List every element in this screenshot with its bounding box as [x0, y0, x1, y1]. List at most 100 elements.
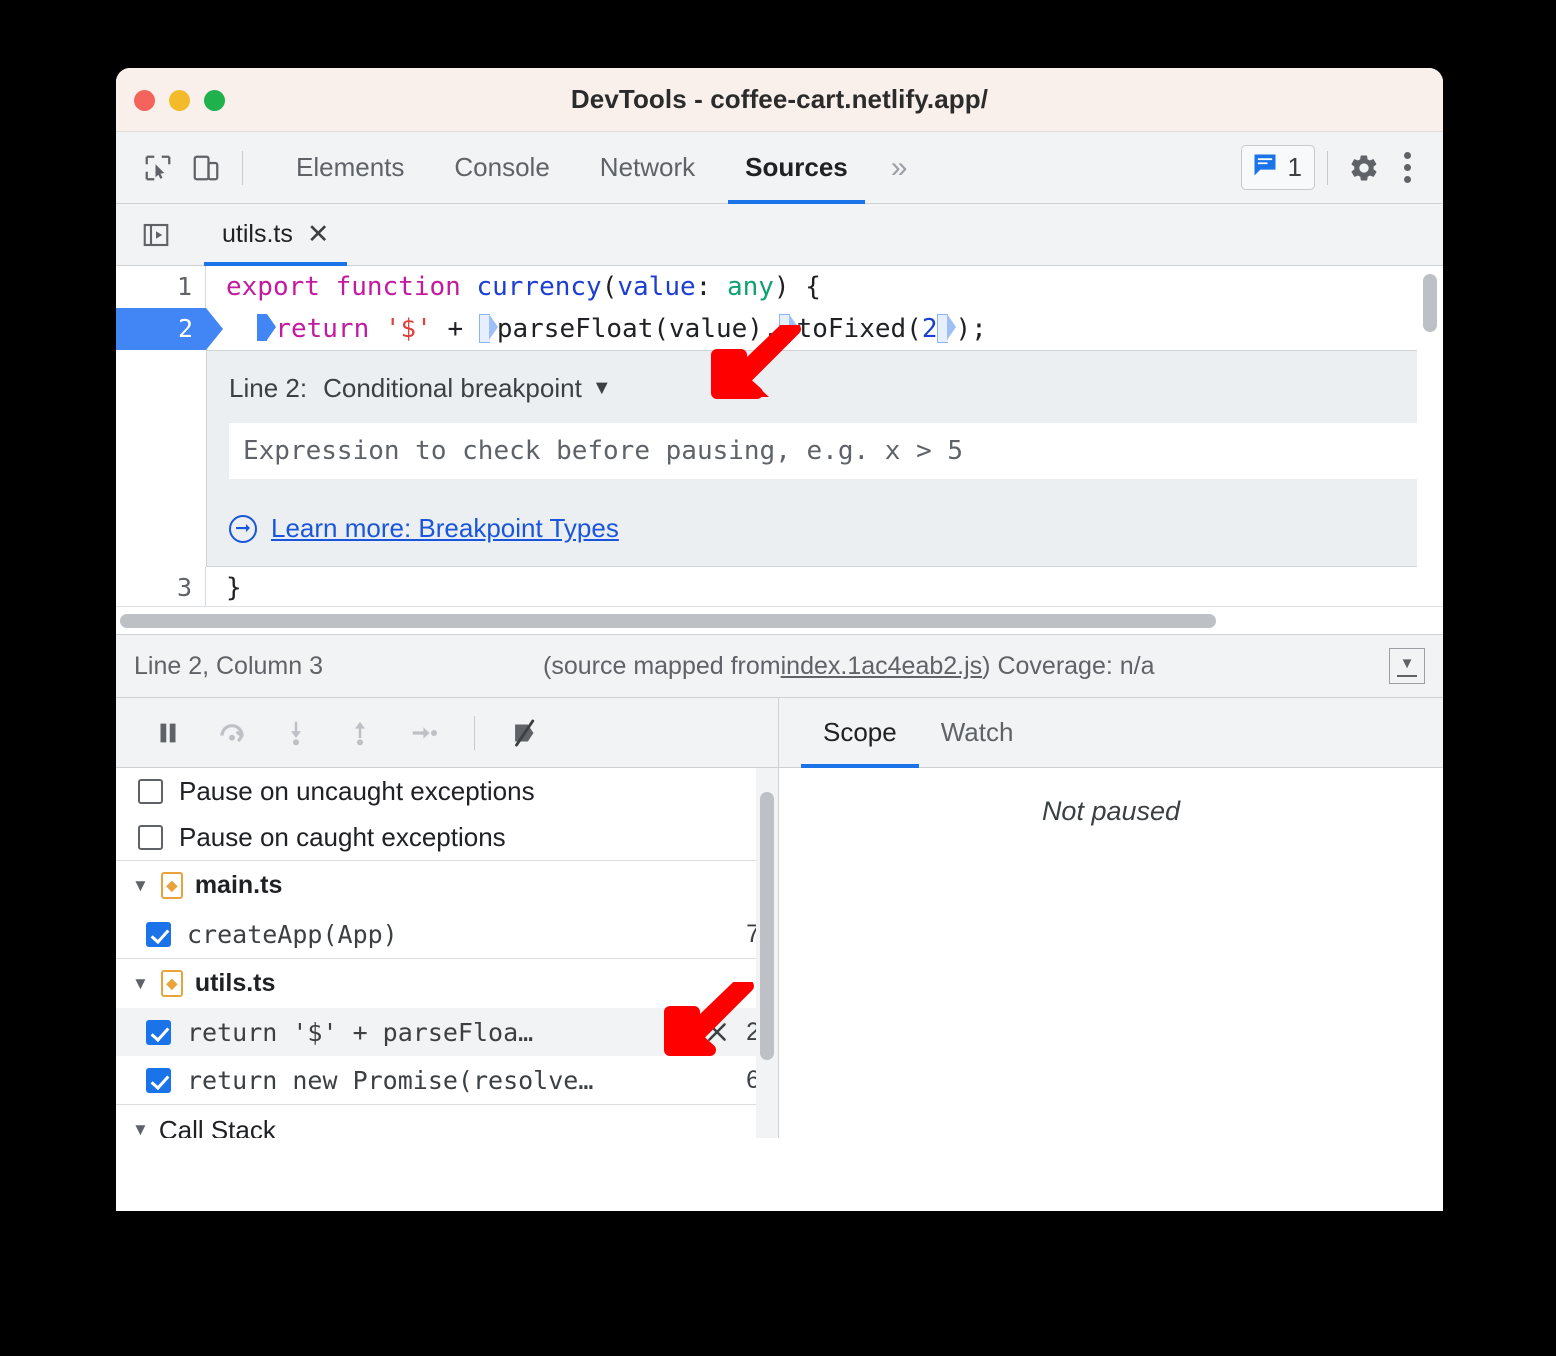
chevron-down-icon[interactable]: ▼: [132, 974, 149, 994]
minimize-window-button[interactable]: [169, 89, 190, 111]
breakpoints-pane[interactable]: Pause on uncaught exceptions Pause on ca…: [116, 768, 778, 1138]
breakpoint-group-utils-ts[interactable]: ▼ ◆ utils.ts: [116, 958, 778, 1008]
line-number-3[interactable]: 3: [116, 567, 206, 606]
scope-watch-tabbar: Scope Watch: [779, 698, 1443, 768]
chevron-down-icon[interactable]: ▼: [132, 876, 149, 896]
code-line-2[interactable]: 2 return '$' + parseFloat(value). toFixed…: [116, 308, 1443, 350]
debugger-right-pane: Scope Watch Not paused: [779, 698, 1443, 1138]
source-map-info: (source mapped from index.1ac4eab2.js) C…: [543, 652, 1154, 681]
code-editor[interactable]: 1 export function currency(value: any) {…: [116, 266, 1443, 606]
breakpoints-vertical-scrollbar[interactable]: [756, 768, 778, 1138]
kebab-menu-icon[interactable]: [1388, 152, 1427, 183]
inline-breakpoint-candidate-2[interactable]: [778, 314, 798, 343]
breakpoint-enabled-checkbox[interactable]: [146, 1067, 171, 1093]
breakpoint-condition-input[interactable]: Expression to check before pausing, e.g.…: [229, 423, 1421, 479]
step-into-icon[interactable]: [270, 707, 322, 759]
code-text-line-3[interactable]: }: [206, 567, 1443, 606]
source-map-link[interactable]: index.1ac4eab2.js: [781, 652, 983, 681]
debugger-left-pane: Pause on uncaught exceptions Pause on ca…: [116, 698, 779, 1138]
traffic-light-controls[interactable]: [134, 68, 225, 132]
step-icon[interactable]: [398, 707, 450, 759]
breakpoint-item[interactable]: return new Promise(resolve… 6: [116, 1056, 778, 1104]
tab-scope[interactable]: Scope: [801, 698, 919, 768]
source-file-icon: ◆: [160, 970, 183, 997]
breakpoint-item-selected[interactable]: return '$' + parseFloa… 2: [116, 1008, 778, 1056]
toolbar-divider: [242, 150, 243, 185]
more-tabs-icon[interactable]: »: [873, 151, 926, 185]
issues-icon: [1251, 151, 1279, 184]
file-tab-label: utils.ts: [222, 220, 293, 248]
zoom-window-button[interactable]: [204, 89, 225, 111]
code-line-3[interactable]: 3 }: [116, 567, 1443, 606]
devtools-main-toolbar: Elements Console Network Sources » 1: [116, 132, 1443, 204]
pause-on-uncaught-exceptions-row[interactable]: Pause on uncaught exceptions: [116, 768, 778, 814]
breakpoint-code-snippet: return new Promise(resolve…: [187, 1065, 594, 1095]
inline-breakpoint-candidate-3[interactable]: [937, 314, 957, 343]
inspect-element-icon[interactable]: [134, 144, 182, 192]
breakpoint-type-dropdown[interactable]: Conditional breakpoint ▼: [323, 373, 612, 404]
tab-elements[interactable]: Elements: [271, 132, 429, 204]
tab-network[interactable]: Network: [575, 132, 720, 204]
toolbar-divider-right: [1327, 150, 1328, 185]
window-title: DevTools - coffee-cart.netlify.app/: [570, 84, 989, 114]
debugger-toolbar-divider: [474, 715, 475, 750]
tab-sources[interactable]: Sources: [720, 132, 873, 204]
pause-on-caught-exceptions-row[interactable]: Pause on caught exceptions: [116, 814, 778, 860]
tab-console[interactable]: Console: [429, 132, 574, 204]
code-text-line-2[interactable]: return '$' + parseFloat(value). toFixed(2…: [206, 308, 1443, 350]
debugger-area: Pause on uncaught exceptions Pause on ca…: [116, 698, 1443, 1138]
code-line-1[interactable]: 1 export function currency(value: any) {: [116, 266, 1443, 308]
code-text-line-1[interactable]: export function currency(value: any) {: [206, 266, 1443, 308]
breakpoint-enabled-checkbox[interactable]: [146, 1019, 171, 1045]
learn-more-link[interactable]: Learn more: Breakpoint Types: [271, 513, 619, 544]
editor-horizontal-scrollbar[interactable]: [116, 606, 1443, 634]
gear-icon[interactable]: [1340, 144, 1388, 192]
breakpoint-enabled-checkbox[interactable]: [146, 921, 171, 947]
breakpoint-code-snippet: createApp(App): [187, 919, 398, 949]
cursor-position: Line 2, Column 3: [134, 651, 324, 680]
tab-watch[interactable]: Watch: [919, 698, 1036, 768]
inline-breakpoint-candidate-1[interactable]: [478, 314, 498, 343]
editor-status-bar: Line 2, Column 3 (source mapped from ind…: [116, 634, 1443, 698]
pause-icon[interactable]: [142, 707, 194, 759]
breakpoint-group-main-ts[interactable]: ▼ ◆ main.ts: [116, 860, 778, 910]
scope-empty-text: Not paused: [1041, 796, 1181, 826]
close-icon[interactable]: ✕: [307, 221, 330, 248]
scrollbar-thumb[interactable]: [120, 613, 1216, 628]
call-stack-section-header[interactable]: ▼ Call Stack: [116, 1104, 778, 1138]
source-map-prefix: (source mapped from: [543, 651, 781, 680]
close-x-icon[interactable]: [704, 1019, 730, 1045]
issues-button[interactable]: 1: [1240, 145, 1315, 190]
line-number-breakpoint[interactable]: 2: [116, 308, 223, 350]
conditional-breakpoint-editor[interactable]: Line 2: Conditional breakpoint ▼ Express…: [206, 350, 1443, 567]
learn-more-row: ➞ Learn more: Breakpoint Types: [229, 513, 1421, 544]
breakpoint-type-label: Conditional breakpoint: [323, 372, 582, 403]
pause-on-uncaught-exceptions-checkbox[interactable]: [138, 778, 163, 804]
editor-vertical-scrollbar[interactable]: [1417, 266, 1443, 606]
pencil-icon[interactable]: [662, 1019, 688, 1045]
status-bar-right: ▼: [1389, 648, 1443, 684]
close-window-button[interactable]: [134, 89, 155, 111]
panel-tabs: Elements Console Network Sources »: [271, 132, 925, 204]
issues-count: 1: [1287, 152, 1302, 182]
line-number[interactable]: 1: [116, 266, 206, 308]
breakpoint-group-label: utils.ts: [194, 969, 276, 997]
file-tab-utils-ts[interactable]: utils.ts ✕: [204, 204, 348, 266]
conditional-breakpoint-line-label: Line 2:: [229, 372, 308, 403]
coverage-info: Coverage: n/a: [997, 651, 1155, 680]
breakpoint-code-snippet: return '$' + parseFloa…: [187, 1017, 534, 1047]
pause-on-caught-exceptions-checkbox[interactable]: [138, 824, 163, 850]
step-over-icon[interactable]: [206, 707, 258, 759]
chevron-down-icon[interactable]: ▼: [592, 377, 612, 400]
source-map-suffix: ): [982, 651, 991, 680]
debugger-control-toolbar: [116, 698, 778, 768]
show-navigator-icon[interactable]: [134, 213, 178, 257]
deactivate-breakpoints-icon[interactable]: [499, 707, 551, 759]
jump-to-source-icon[interactable]: ▼: [1389, 648, 1425, 684]
breakpoint-item[interactable]: createApp(App) 7: [116, 910, 778, 958]
chevron-down-icon[interactable]: ▼: [132, 1120, 149, 1138]
device-toolbar-icon[interactable]: [182, 144, 230, 192]
inline-breakpoint-marker[interactable]: [257, 314, 277, 341]
conditional-breakpoint-header: Line 2: Conditional breakpoint ▼: [229, 367, 1421, 409]
step-out-icon[interactable]: [334, 707, 386, 759]
